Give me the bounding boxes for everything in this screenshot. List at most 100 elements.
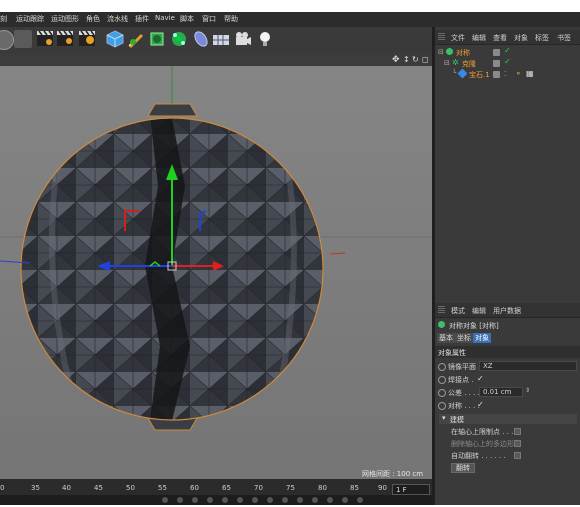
grid-spacing-label: 网格间距 : 100 cm (362, 470, 424, 478)
symmetry-icon (446, 48, 453, 55)
symmetry-checkbox[interactable]: ✓ (477, 400, 484, 409)
tab-coordinates[interactable]: 坐标 (455, 333, 473, 343)
render-settings-icon[interactable] (78, 30, 96, 48)
layer-swatch[interactable] (493, 49, 500, 56)
object-row-cloner[interactable]: ⊟ ✲ 克隆 ✓ (435, 57, 580, 69)
deformer-icon[interactable] (192, 30, 210, 48)
array-icon[interactable] (170, 30, 188, 48)
attribute-object-title: 对称对象 [对称] (449, 322, 499, 330)
menu-item[interactable]: 帮助 (224, 14, 238, 24)
animate-radio-icon[interactable] (438, 363, 446, 371)
field-label: 对称 . . . . (448, 402, 480, 410)
timeline-tick: 35 (31, 484, 40, 492)
object-name[interactable]: 对称 (456, 48, 470, 58)
weld-points-checkbox[interactable]: ✓ (477, 374, 484, 383)
om-menu-edit[interactable]: 编辑 (472, 33, 486, 43)
layer-swatch[interactable] (493, 71, 500, 78)
render-picture-icon[interactable] (56, 30, 74, 48)
menu-item[interactable]: 插件 (135, 14, 149, 24)
phong-tag-icon[interactable]: ⚬ (515, 69, 522, 78)
tolerance-row: 公差 . . . . . 0.01 cm ⇕ (435, 386, 580, 399)
gem-icon (457, 68, 468, 79)
menu-item[interactable]: 窗口 (202, 14, 216, 24)
enabled-check-icon[interactable]: ✓ (504, 57, 511, 66)
om-menu-objects[interactable]: 对象 (514, 33, 528, 43)
om-menu-file[interactable]: 文件 (451, 33, 465, 43)
tolerance-input[interactable]: 0.01 cm (479, 387, 523, 397)
menu-item[interactable]: 刻 (0, 14, 7, 24)
timeline-tick: 60 (190, 484, 199, 492)
animate-radio-icon[interactable] (438, 389, 446, 397)
gem-render (0, 66, 432, 479)
menu-item[interactable]: 脚本 (180, 14, 194, 24)
tree-line-icon: └ (452, 69, 457, 77)
om-menu-view[interactable]: 查看 (493, 33, 507, 43)
3d-viewport[interactable] (0, 66, 432, 479)
scene-icon[interactable] (212, 30, 230, 48)
tab-object[interactable]: 对象 (473, 333, 491, 343)
nurbs-icon[interactable] (148, 30, 166, 48)
camera-icon[interactable] (234, 30, 252, 48)
am-menu-edit[interactable]: 编辑 (472, 306, 486, 316)
timeline-tick: 50 (126, 484, 135, 492)
timeline-tick: 85 (350, 484, 359, 492)
menu-item[interactable]: 运动跟踪 (16, 14, 44, 24)
chevron-down-icon: ▾ (442, 414, 446, 422)
timeline-tick: 80 (318, 484, 327, 492)
grip-icon[interactable] (438, 306, 445, 313)
rotate-icon[interactable]: ↻ (412, 55, 419, 64)
visibility-dots-icon[interactable]: ⁚ (504, 70, 506, 78)
collapse-icon[interactable]: ⊟ (444, 59, 450, 67)
limit-points-checkbox[interactable] (514, 428, 521, 435)
zoom-icon[interactable]: ↕ (403, 55, 410, 64)
section-title: 对象属性 (438, 349, 466, 357)
am-menu-mode[interactable]: 模式 (451, 306, 465, 316)
render-region-icon[interactable] (14, 30, 32, 48)
tab-basic[interactable]: 基本 (437, 333, 455, 343)
layer-swatch[interactable] (493, 60, 500, 67)
limit-points-row: 在轴心上限制点 . . . (435, 426, 580, 437)
mirror-plane-select[interactable]: XZ (479, 361, 577, 371)
auto-flip-row: 自动翻转 . . . . . . (435, 450, 580, 461)
field-label: 焊接点 . (448, 376, 474, 384)
pen-icon[interactable] (127, 30, 145, 48)
menu-item[interactable]: 运动图形 (51, 14, 79, 24)
viewport-nav-icon[interactable]: ✥ (392, 55, 400, 65)
delete-polygons-checkbox[interactable] (514, 440, 521, 447)
light-icon[interactable] (256, 30, 274, 48)
grip-icon[interactable] (438, 33, 445, 40)
stepper-icon[interactable]: ⇕ (525, 387, 530, 394)
animate-radio-icon[interactable] (438, 376, 446, 384)
menu-item[interactable]: 流水线 (107, 14, 128, 24)
flip-button[interactable]: 翻转 (451, 463, 475, 473)
timeline[interactable]: 0 35 40 45 50 55 60 65 70 75 80 85 90 (0, 479, 432, 505)
om-menu-bookmarks[interactable]: 书签 (557, 33, 571, 43)
undo-icon[interactable] (0, 30, 14, 50)
timeline-tick: 40 (62, 484, 71, 492)
am-menu-userdata[interactable]: 用户数据 (493, 306, 521, 316)
collapse-icon[interactable]: ⊟ (438, 48, 444, 56)
enabled-check-icon[interactable]: ✓ (504, 46, 511, 55)
maximize-icon[interactable]: ◻ (422, 55, 429, 64)
object-name[interactable]: 宝石.1 (469, 70, 490, 80)
timeline-tick: 0 (0, 484, 5, 492)
auto-flip-checkbox[interactable] (514, 452, 521, 459)
main-toolbar (0, 27, 432, 55)
toolbar-cube-icon[interactable] (106, 30, 124, 48)
animate-radio-icon[interactable] (438, 402, 446, 410)
menu-item[interactable]: Navie (155, 14, 175, 22)
delete-polygons-row: 删除轴心上的多边形 (435, 438, 580, 449)
attribute-subtabs: 基本 坐标 对象 (435, 333, 580, 344)
timeline-track[interactable] (0, 495, 432, 505)
modeling-group-title: 建模 (450, 416, 464, 424)
object-name[interactable]: 克隆 (462, 59, 476, 69)
object-row-gem[interactable]: └ 宝石.1 ⁚ ⚬ ▦ (435, 68, 580, 80)
render-view-icon[interactable] (36, 30, 54, 48)
menu-item[interactable]: 角色 (86, 14, 100, 24)
current-frame-field[interactable]: 1 F (392, 484, 430, 495)
material-tag-icon[interactable]: ▦ (526, 69, 534, 78)
option-label: 自动翻转 . . . . . . (451, 452, 506, 460)
option-label: 删除轴心上的多边形 (451, 440, 514, 448)
modeling-group-header[interactable]: ▾ 建模 (439, 414, 577, 424)
om-menu-tags[interactable]: 标签 (535, 33, 549, 43)
